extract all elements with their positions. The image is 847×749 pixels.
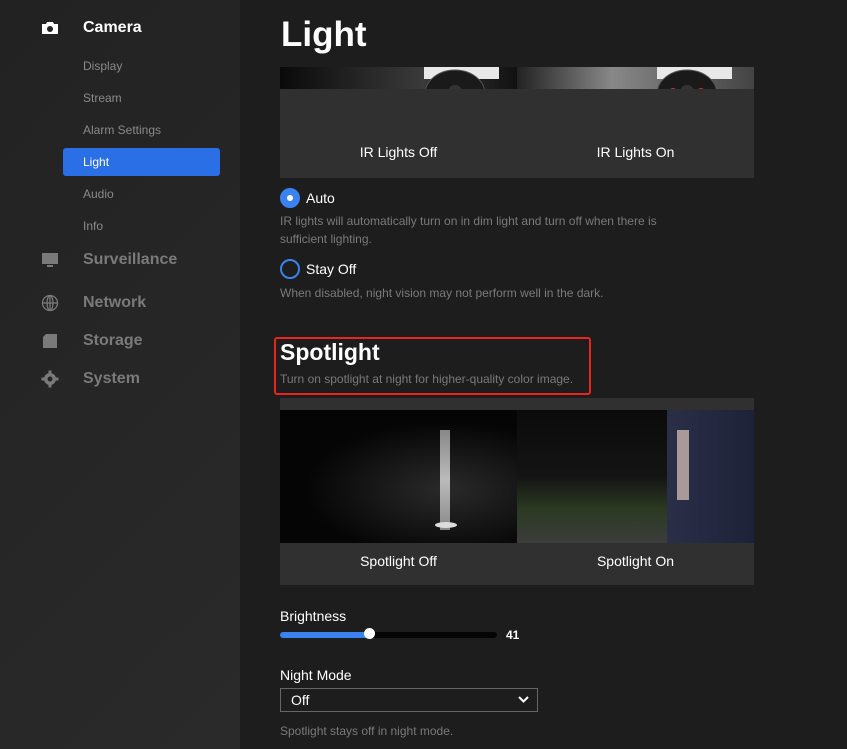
sidebar-item-light[interactable]: Light — [63, 148, 220, 176]
sidebar-item-display[interactable]: Display — [63, 52, 220, 80]
sidebar-item-audio[interactable]: Audio — [63, 180, 220, 208]
spotlight-off-image — [280, 410, 517, 543]
sidebar-item-alarm-settings[interactable]: Alarm Settings — [63, 116, 220, 144]
main-content: Light IR Lights Off IR Lights On Auto IR… — [240, 0, 847, 749]
sidebar-item-stream[interactable]: Stream — [63, 84, 220, 112]
globe-icon — [40, 294, 60, 312]
monitor-icon — [40, 251, 60, 269]
ir-stay-off-help: When disabled, night vision may not perf… — [280, 286, 604, 300]
ir-stay-off-option[interactable]: Stay Off — [280, 259, 356, 279]
ir-on-caption: IR Lights On — [596, 144, 675, 160]
sidebar-section-system[interactable]: System — [40, 370, 140, 388]
sidebar: Camera Display Stream Alarm Settings Lig… — [0, 0, 240, 749]
ir-auto-option[interactable]: Auto — [280, 188, 335, 208]
brightness-slider-fill — [280, 632, 369, 638]
radio-stay-off[interactable] — [280, 259, 300, 279]
brightness-label: Brightness — [280, 608, 347, 624]
sidebar-section-network[interactable]: Network — [40, 294, 146, 312]
chevron-down-icon — [518, 689, 529, 718]
sidebar-section-surveillance[interactable]: Surveillance — [40, 251, 177, 269]
camera-illustration-on — [657, 67, 732, 89]
night-mode-select[interactable]: Off — [280, 688, 538, 712]
spotlight-off-caption: Spotlight Off — [360, 553, 437, 569]
spotlight-preview-card: Spotlight Off Spotlight On — [280, 398, 754, 585]
night-mode-help: Spotlight stays off in night mode. — [280, 724, 454, 738]
ir-off-caption: IR Lights Off — [359, 144, 438, 160]
spotlight-description: Turn on spotlight at night for higher-qu… — [280, 372, 574, 386]
radio-auto[interactable] — [280, 188, 300, 208]
sidebar-item-info[interactable]: Info — [63, 212, 220, 240]
spotlight-title: Spotlight — [280, 339, 380, 365]
brightness-slider[interactable] — [280, 628, 497, 639]
spotlight-on-image — [517, 410, 754, 543]
camera-icon — [40, 19, 60, 37]
sidebar-section-camera[interactable]: Camera — [40, 19, 142, 37]
gear-icon — [40, 370, 60, 388]
brightness-value: 41 — [506, 628, 520, 642]
ir-auto-help: IR lights will automatically turn on in … — [280, 214, 657, 246]
ir-preview-card: IR Lights Off IR Lights On — [280, 67, 754, 178]
ir-on-image — [517, 67, 754, 89]
ir-off-image — [280, 67, 517, 89]
night-mode-label: Night Mode — [280, 667, 352, 683]
page-title: Light — [281, 15, 367, 54]
sd-card-icon — [40, 332, 60, 350]
sidebar-section-storage[interactable]: Storage — [40, 332, 143, 350]
camera-illustration-off — [424, 67, 499, 89]
spotlight-on-caption: Spotlight On — [596, 553, 675, 569]
night-mode-value: Off — [291, 692, 310, 708]
brightness-slider-thumb[interactable] — [363, 628, 375, 639]
